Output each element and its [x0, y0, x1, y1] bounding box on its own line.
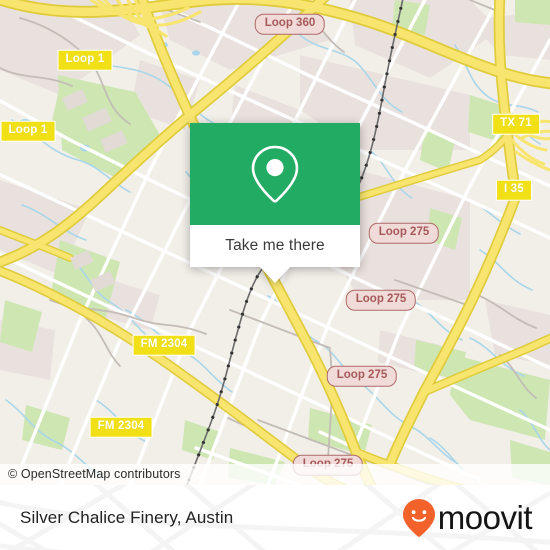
location-popup-card[interactable]: Take me there: [190, 123, 360, 283]
place-title: Silver Chalice Finery, Austin: [20, 507, 234, 527]
map-screenshot: Loop 360 Loop 1 Loop 1 TX 71 I 35 Loop 275 Loo…: [0, 0, 550, 550]
map-pin-icon: [251, 145, 299, 203]
popup-header: [190, 123, 360, 225]
road-label-loop-360[interactable]: Loop 360: [254, 13, 326, 35]
popup-tail-pointer: [260, 267, 290, 283]
moovit-logo[interactable]: moovit: [402, 498, 533, 538]
moovit-pin-smile-icon: [402, 498, 435, 537]
moovit-wordmark: moovit: [437, 499, 533, 536]
map-attribution[interactable]: © OpenStreetMap contributors: [0, 464, 550, 485]
road-label-loop-275-a[interactable]: Loop 275: [368, 222, 440, 244]
road-label-loop-275-b[interactable]: Loop 275: [345, 289, 417, 311]
road-label-fm-2304-b[interactable]: FM 2304: [89, 416, 153, 438]
footer-bar: Silver Chalice Finery, Austin moovit: [0, 485, 550, 550]
take-me-there-button[interactable]: Take me there: [190, 225, 360, 267]
road-label-loop-1-a[interactable]: Loop 1: [57, 49, 113, 71]
road-label-i-35[interactable]: I 35: [496, 179, 532, 201]
road-label-loop-1-b[interactable]: Loop 1: [0, 120, 56, 142]
map-canvas[interactable]: Loop 360 Loop 1 Loop 1 TX 71 I 35 Loop 275 Loo…: [0, 0, 550, 485]
road-label-fm-2304-a[interactable]: FM 2304: [132, 334, 196, 356]
road-label-tx-71[interactable]: TX 71: [492, 113, 540, 135]
attribution-text: © OpenStreetMap contributors: [8, 467, 181, 481]
take-me-there-label: Take me there: [225, 237, 325, 254]
road-label-loop-275-c[interactable]: Loop 275: [326, 365, 398, 387]
